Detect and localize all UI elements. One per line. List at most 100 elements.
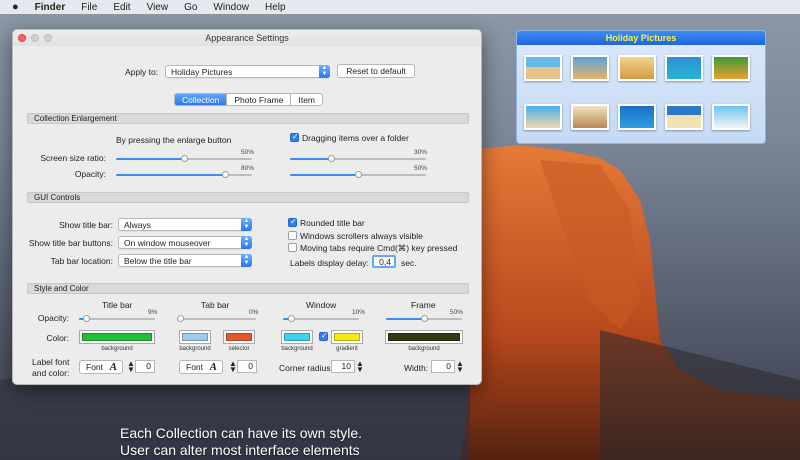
- font-glyph-icon: A: [109, 361, 117, 373]
- show-title-buttons-popup[interactable]: On window mouseover ▲ ▼: [118, 236, 252, 249]
- menu-file[interactable]: File: [81, 2, 97, 13]
- left-opacity-value: 80%: [241, 165, 255, 172]
- photo-thumbnail[interactable]: [665, 55, 703, 81]
- title-bar-font-button[interactable]: Font A: [79, 360, 123, 374]
- corner-radius-stepper[interactable]: ▲ ▼: [356, 360, 364, 374]
- holiday-pictures-collection: Holiday Pictures: [516, 30, 766, 144]
- drag-screen-ratio-slider[interactable]: [290, 155, 426, 162]
- tab-photo-frame[interactable]: Photo Frame: [227, 94, 292, 105]
- width-stepper[interactable]: ▲ ▼: [456, 360, 464, 374]
- photo-thumbnail[interactable]: [571, 55, 609, 81]
- tab-bar-font-button[interactable]: Font A: [179, 360, 223, 374]
- corner-radius-label: Corner radius:: [279, 363, 333, 373]
- caption-line-1: Each Collection can have its own style.: [120, 425, 363, 441]
- section-collection-enlargement: Collection Enlargement: [27, 113, 469, 124]
- tab-bar-opacity-value: 0%: [249, 309, 259, 316]
- show-title-bar-value: Always: [124, 220, 151, 230]
- title-bar-column-title: Title bar: [102, 300, 133, 310]
- menu-edit[interactable]: Edit: [113, 2, 130, 13]
- slider-knob[interactable]: [287, 315, 295, 322]
- labels-delay-input[interactable]: 0,4: [372, 255, 396, 268]
- slider-knob[interactable]: [327, 155, 335, 162]
- corner-radius-input[interactable]: 10: [331, 360, 355, 373]
- slider-knob[interactable]: [421, 315, 428, 322]
- tab-bar-location-label: Tab bar location:: [50, 256, 113, 266]
- tab-bar-location-popup[interactable]: Below the title bar ▲ ▼: [118, 254, 252, 267]
- drag-opacity-slider[interactable]: [290, 171, 426, 178]
- tab-bar-opacity-slider[interactable]: [177, 315, 256, 322]
- gradient-color-well[interactable]: [331, 330, 363, 344]
- tab-font-size-stepper[interactable]: ▲ ▼: [229, 360, 237, 374]
- menu-view[interactable]: View: [147, 2, 169, 13]
- minimize-button[interactable]: [31, 34, 39, 42]
- title-bar-opacity-slider[interactable]: [79, 315, 155, 322]
- label-font-color-label: Label font and color:: [32, 357, 70, 378]
- title-font-size-input[interactable]: 0: [135, 360, 155, 373]
- window-color-well[interactable]: [281, 330, 313, 344]
- font-button-label: Font: [86, 362, 104, 372]
- scrollers-visible-checkbox[interactable]: [288, 231, 297, 240]
- close-button[interactable]: [18, 34, 26, 42]
- show-title-bar-popup[interactable]: Always ▲ ▼: [118, 218, 252, 231]
- menu-help[interactable]: Help: [265, 2, 286, 13]
- gradient-checkbox[interactable]: [319, 331, 328, 341]
- zoom-button[interactable]: [44, 34, 52, 42]
- slider-knob[interactable]: [177, 315, 184, 322]
- photo-thumbnail[interactable]: [618, 55, 656, 81]
- frame-opacity-slider[interactable]: [386, 315, 462, 322]
- menu-finder[interactable]: Finder: [35, 2, 66, 13]
- apply-to-popup[interactable]: Holiday Pictures ▲ ▼: [165, 65, 330, 78]
- photo-thumbnail[interactable]: [665, 104, 703, 130]
- show-title-bar-label: Show title bar:: [59, 220, 113, 230]
- photo-thumbnail[interactable]: [712, 104, 750, 130]
- menu-go[interactable]: Go: [184, 2, 197, 13]
- width-label: Width:: [404, 363, 429, 373]
- promo-caption: Each Collection can have its own style. …: [120, 425, 362, 459]
- selector-color-well[interactable]: [223, 330, 255, 344]
- enlarge-button-label: By pressing the enlarge button: [116, 135, 232, 145]
- photo-thumbnail[interactable]: [524, 104, 562, 130]
- opacity-label: Opacity:: [74, 169, 106, 179]
- moving-tabs-checkbox[interactable]: [288, 243, 297, 252]
- labels-delay-label: Labels display delay:: [290, 258, 369, 268]
- apply-to-label: Apply to:: [125, 67, 159, 77]
- photo-thumbnail[interactable]: [524, 55, 562, 81]
- photo-thumbnail[interactable]: [618, 104, 656, 130]
- popup-arrows-icon: ▲ ▼: [319, 65, 330, 78]
- title-bar-color-caption: background: [101, 346, 133, 352]
- photo-thumbnail[interactable]: [571, 104, 609, 130]
- rounded-title-bar-checkbox[interactable]: [288, 217, 297, 227]
- font-glyph-icon: A: [209, 361, 217, 373]
- show-title-buttons-label: Show title bar buttons:: [28, 238, 113, 248]
- tab-collection[interactable]: Collection: [175, 94, 228, 105]
- color-swatch: [284, 333, 310, 341]
- settings-tabs: Collection Photo Frame Item: [174, 93, 323, 106]
- slider-knob[interactable]: [82, 315, 90, 322]
- slider-knob[interactable]: [221, 171, 229, 178]
- tab-font-size-input[interactable]: 0: [237, 360, 257, 373]
- apple-menu-icon[interactable]: ●: [12, 1, 19, 13]
- title-bar-color-well[interactable]: [79, 330, 155, 344]
- width-input[interactable]: 0: [431, 360, 455, 373]
- opacity-slider[interactable]: [116, 171, 252, 178]
- menu-window[interactable]: Window: [213, 2, 249, 13]
- section-style-and-color: Style and Color: [27, 283, 469, 294]
- slider-knob[interactable]: [181, 155, 188, 162]
- title-font-size-stepper[interactable]: ▲ ▼: [127, 360, 135, 374]
- collection-title: Holiday Pictures: [517, 31, 765, 45]
- caption-line-2: User can alter most interface elements: [120, 442, 360, 458]
- slider-knob[interactable]: [355, 171, 362, 178]
- tab-item[interactable]: Item: [291, 94, 322, 105]
- window-opacity-slider[interactable]: [283, 315, 359, 322]
- frame-opacity-value: 50%: [450, 309, 464, 316]
- dragging-checkbox[interactable]: [290, 132, 299, 142]
- gradient-color-caption: gradient: [336, 346, 358, 352]
- scrollers-visible-label: Windows scrollers always visible: [300, 231, 423, 241]
- photo-thumbnail[interactable]: [712, 55, 750, 81]
- menu-bar: ● Finder File Edit View Go Window Help: [0, 0, 800, 14]
- screen-ratio-slider[interactable]: [116, 155, 252, 162]
- frame-color-well[interactable]: [385, 330, 463, 344]
- reset-to-default-button[interactable]: Reset to default: [337, 64, 415, 78]
- tab-bar-color-well[interactable]: [179, 330, 211, 344]
- popup-arrows-icon: ▲ ▼: [241, 236, 252, 249]
